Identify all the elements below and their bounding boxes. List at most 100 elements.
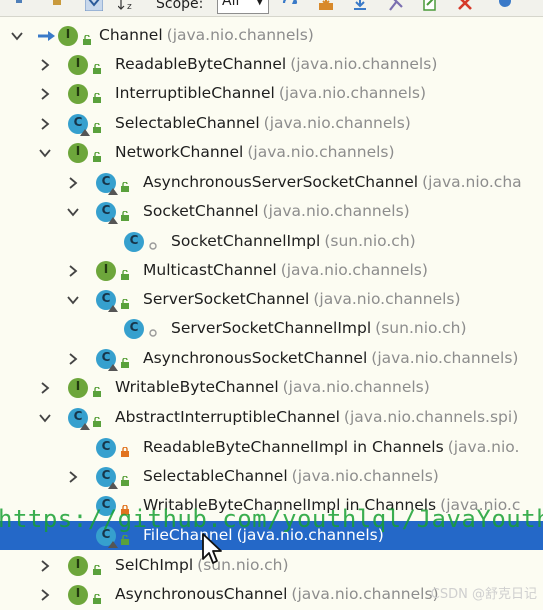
scope-dropdown[interactable]: All ▼ <box>217 0 269 14</box>
tree-node[interactable]: C SocketChannelImpl (sun.nio.ch) <box>0 227 543 256</box>
package-name: (java.nio.channels) <box>262 202 410 220</box>
tree-node[interactable]: I MulticastChannel (java.nio.channels) <box>0 256 543 285</box>
focus-arrow-icon <box>38 29 58 43</box>
type-name: ReadableByteChannelImpl in Channels <box>143 438 444 456</box>
public-access-icon <box>120 531 130 545</box>
supertypes-hierarchy-icon[interactable] <box>50 0 64 14</box>
public-access-icon <box>92 89 102 103</box>
tree-node[interactable]: I NetworkChannel (java.nio.channels) <box>0 138 543 167</box>
package-name: (java.nio.channels) <box>236 526 384 544</box>
export-icon[interactable] <box>318 0 334 14</box>
abstract-class-icon: C <box>96 467 118 489</box>
hierarchy-toolbar: z Scope: All ▼ <box>0 0 543 17</box>
package-name: (java.nio.channels) <box>291 585 439 603</box>
tree-node[interactable]: I WritableByteChannel (java.nio.channels) <box>0 373 543 402</box>
node-label: WritableByteChannel (java.nio.channels) <box>115 378 430 396</box>
package-name: (java.nio.cha <box>422 173 522 191</box>
package-name: (sun.nio.ch) <box>324 232 416 250</box>
expand-all-icon[interactable] <box>352 0 368 14</box>
node-label: InterruptibleChannel (java.nio.channels) <box>115 84 426 102</box>
scope-label: Scope: <box>156 0 204 12</box>
type-name: AbstractInterruptibleChannel <box>115 408 340 426</box>
node-label: ServerSocketChannel (java.nio.channels) <box>143 290 461 308</box>
interface-icon: I <box>58 26 78 46</box>
open-file-icon[interactable] <box>422 0 438 14</box>
close-icon[interactable] <box>458 0 472 14</box>
chevron-right-icon[interactable] <box>38 87 52 101</box>
type-name: AsynchronousServerSocketChannel <box>143 173 419 191</box>
type-name: ServerSocketChannel <box>143 290 310 308</box>
private-access-icon <box>120 443 130 457</box>
chevron-right-icon[interactable] <box>38 588 52 602</box>
tree-node[interactable]: C AbstractInterruptibleChannel (java.nio.c… <box>0 403 543 432</box>
pin-icon[interactable] <box>388 0 404 14</box>
chevron-right-icon[interactable] <box>38 58 52 72</box>
subtypes-hierarchy-icon[interactable] <box>12 0 26 14</box>
node-label: AbstractInterruptibleChannel (java.nio.ch… <box>115 408 518 426</box>
package-name: (java.nio.channels) <box>282 378 430 396</box>
tree-node[interactable]: C WritableByteChannelImpl in Channels (jav… <box>0 491 543 520</box>
tree-node[interactable]: C SelectableChannel (java.nio.channels) <box>0 462 543 491</box>
chevron-right-icon[interactable] <box>66 264 80 278</box>
chevron-down-icon[interactable] <box>38 411 52 425</box>
node-label: WritableByteChannelImpl in Channels (java… <box>143 496 520 514</box>
tree-node[interactable]: C FileChannel (java.nio.channels) <box>0 521 543 550</box>
type-name: WritableByteChannelImpl in Channels <box>143 496 437 514</box>
chevron-down-icon[interactable] <box>66 205 80 219</box>
interface-icon: I <box>96 261 116 281</box>
refresh-icon[interactable] <box>282 0 300 14</box>
type-name: AsynchronousChannel <box>115 585 288 603</box>
tree-node[interactable]: I SelChImpl (sun.nio.ch) <box>0 551 543 580</box>
tree-node[interactable]: I InterruptibleChannel (java.nio.channels) <box>0 79 543 108</box>
package-name: (java.nio.channels) <box>166 26 314 44</box>
help-icon[interactable] <box>498 0 512 14</box>
chevron-right-icon[interactable] <box>38 381 52 395</box>
chevron-right-icon[interactable] <box>66 176 80 190</box>
public-access-icon <box>92 383 102 397</box>
chevron-right-icon[interactable] <box>38 117 52 131</box>
tree-node[interactable]: C AsynchronousServerSocketChannel (java.ni… <box>0 168 543 197</box>
public-access-icon <box>92 413 102 427</box>
public-access-icon <box>92 148 102 162</box>
chevron-right-icon[interactable] <box>66 470 80 484</box>
svg-text:z: z <box>127 2 132 11</box>
tree-node[interactable]: C ServerSocketChannel (java.nio.channels) <box>0 285 543 314</box>
abstract-class-icon: C <box>96 202 118 224</box>
node-label: ReadableByteChannel (java.nio.channels) <box>115 55 437 73</box>
chevron-down-icon[interactable] <box>38 146 52 160</box>
class-icon: C <box>96 496 116 516</box>
node-label: AsynchronousServerSocketChannel (java.nio… <box>143 173 522 191</box>
tree-node[interactable]: C ReadableByteChannelImpl in Channels (jav… <box>0 433 543 462</box>
type-name: AsynchronousSocketChannel <box>143 349 368 367</box>
tree-node[interactable]: C ServerSocketChannelImpl (sun.nio.ch) <box>0 314 543 343</box>
node-label: ServerSocketChannelImpl (sun.nio.ch) <box>171 319 467 337</box>
type-name: NetworkChannel <box>115 143 244 161</box>
package-name: (java.nio.channels) <box>280 261 428 279</box>
package-name: (java.nio.channels) <box>247 143 395 161</box>
chevron-right-icon[interactable] <box>38 559 52 573</box>
interface-icon: I <box>68 143 88 163</box>
sort-alphabetically-icon[interactable]: z <box>118 0 136 14</box>
public-access-icon <box>120 266 130 280</box>
type-name: Channel <box>99 26 163 44</box>
public-access-icon <box>120 207 130 221</box>
tree-node[interactable]: I Channel (java.nio.channels) <box>0 21 543 50</box>
package-name: (java.nio. <box>447 438 520 456</box>
tree-node[interactable]: C SocketChannel (java.nio.channels) <box>0 197 543 226</box>
abstract-class-icon: C <box>96 290 118 312</box>
type-name: InterruptibleChannel <box>115 84 275 102</box>
node-label: AsynchronousSocketChannel (java.nio.chann… <box>143 349 518 367</box>
chevron-down-icon[interactable] <box>66 293 80 307</box>
abstract-class-icon: C <box>68 114 90 136</box>
node-label: NetworkChannel (java.nio.channels) <box>115 143 395 161</box>
public-access-icon <box>92 119 102 133</box>
chevron-down-icon[interactable] <box>10 29 24 43</box>
public-access-icon <box>120 354 130 368</box>
type-hierarchy-icon[interactable] <box>85 0 103 14</box>
class-icon: C <box>124 319 144 339</box>
public-access-icon <box>92 590 102 604</box>
tree-node[interactable]: C SelectableChannel (java.nio.channels) <box>0 109 543 138</box>
tree-node[interactable]: C AsynchronousSocketChannel (java.nio.chan… <box>0 344 543 373</box>
tree-node[interactable]: I ReadableByteChannel (java.nio.channels) <box>0 50 543 79</box>
chevron-right-icon[interactable] <box>66 352 80 366</box>
